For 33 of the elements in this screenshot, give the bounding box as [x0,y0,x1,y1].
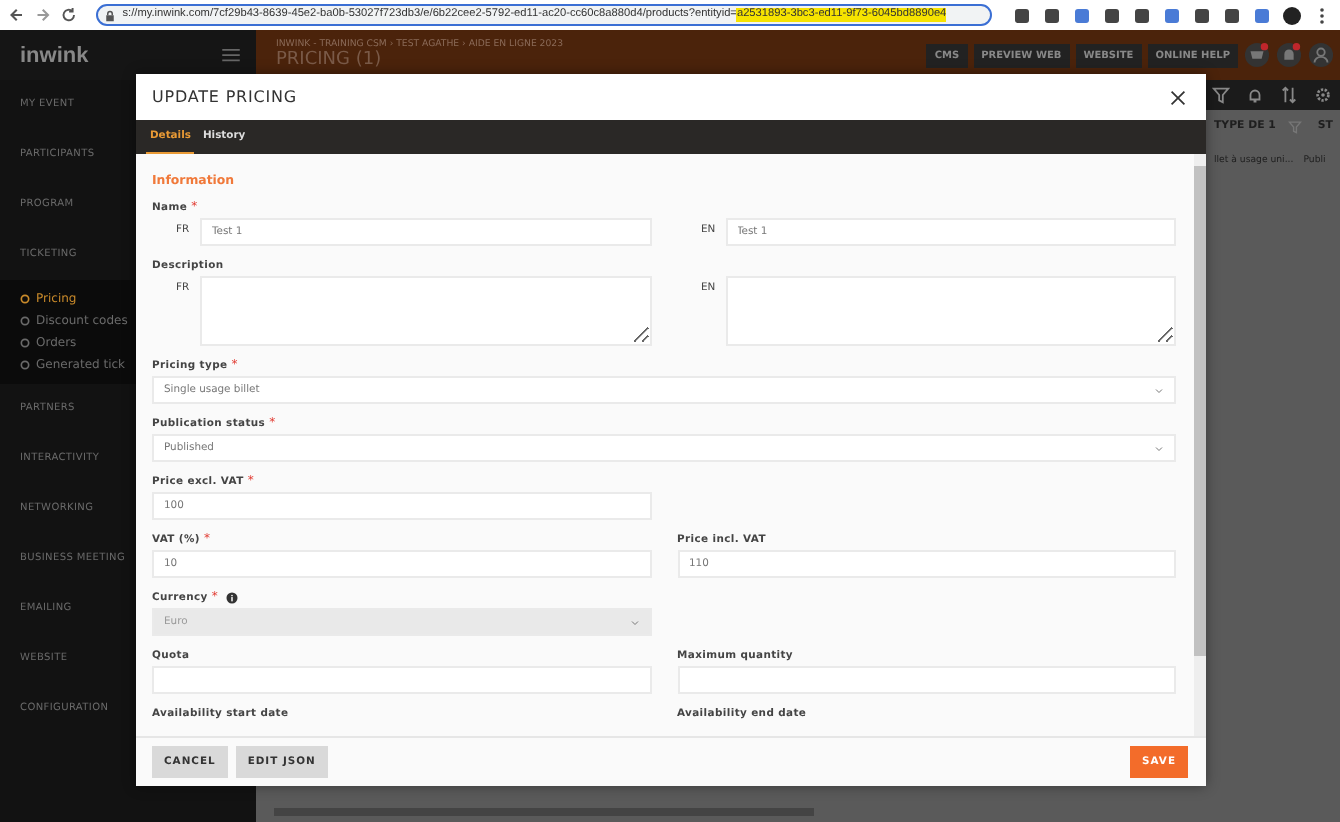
chevron-down-icon [629,619,639,625]
extension-icon[interactable] [1011,5,1032,25]
extension-icon[interactable] [1071,5,1092,25]
chevron-down-icon [1154,387,1164,393]
profile-avatar-icon[interactable] [1281,5,1302,25]
back-icon[interactable] [8,6,26,24]
forward-icon[interactable] [33,6,51,24]
circle-icon [20,360,30,370]
circle-icon [20,338,30,348]
sort-icon[interactable] [1280,86,1298,104]
logo: inwink [20,43,89,67]
circle-icon [20,294,30,304]
circle-icon [20,316,30,326]
bell-icon[interactable] [1276,42,1302,68]
bell-icon[interactable] [1246,86,1264,104]
extension-icon[interactable] [1101,5,1122,25]
extension-icon[interactable] [1221,5,1242,25]
close-icon[interactable] [1170,89,1186,105]
reload-icon[interactable] [59,6,77,24]
extension-icon[interactable] [1041,5,1062,25]
extension-icon[interactable] [1251,5,1272,25]
page-title: PRICING (1) [276,50,384,70]
extension-icon[interactable] [1131,5,1152,25]
settings-icon[interactable] [1314,86,1332,104]
extension-icon[interactable] [1191,5,1212,25]
dialog-title: UPDATE PRICING [152,88,298,106]
scrollbar[interactable] [1194,154,1206,736]
lock-icon [104,9,117,21]
filter-icon[interactable] [1212,86,1230,104]
extension-icon[interactable] [1161,5,1182,25]
chevron-down-icon [1154,445,1164,451]
cart-icon[interactable] [1244,42,1270,68]
user-icon[interactable] [1308,42,1334,68]
